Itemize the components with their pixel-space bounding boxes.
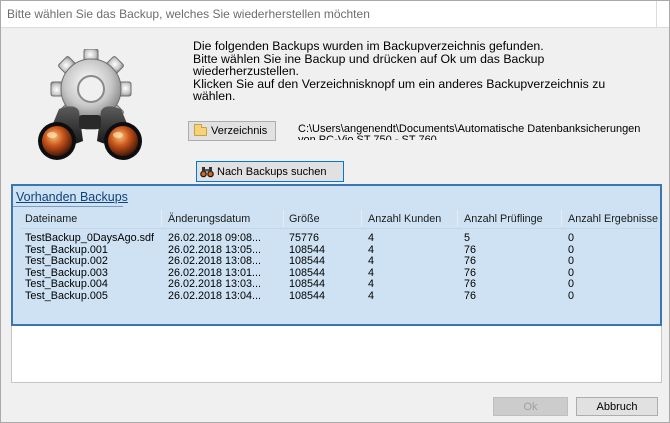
- cell-filename: Test_Backup.004: [25, 278, 108, 290]
- column-separator: [457, 210, 458, 227]
- cell-test-objects: 5: [464, 232, 471, 244]
- cell-results: 0: [568, 255, 575, 267]
- window-title: Bitte wählen Sie das Backup, welches Sie…: [7, 7, 370, 21]
- cell-size: 75776: [289, 232, 320, 244]
- table-row[interactable]: TestBackup_0DaysAgo.sdf 26.02.2018 09:08…: [21, 232, 657, 245]
- column-separator: [161, 210, 162, 227]
- cell-date: 26.02.2018 13:08...: [168, 255, 262, 267]
- cell-size: 108544: [289, 289, 326, 302]
- table-row[interactable]: Test_Backup.001 26.02.2018 13:05... 1085…: [21, 244, 657, 257]
- cell-test-objects: 76: [464, 289, 477, 302]
- cell-test-objects: 76: [464, 278, 477, 290]
- search-backups-label: Nach Backups suchen: [217, 166, 327, 178]
- search-backups-button[interactable]: Nach Backups suchen: [196, 161, 344, 182]
- column-header-customers[interactable]: Anzahl Kunden: [368, 213, 441, 225]
- cell-date: 26.02.2018 13:04...: [168, 289, 262, 302]
- cell-customers: 4: [368, 232, 375, 244]
- cell-customers: 4: [368, 255, 375, 267]
- directory-button[interactable]: Verzeichnis: [188, 121, 276, 141]
- column-separator: [561, 210, 562, 227]
- cell-size: 108544: [289, 278, 326, 290]
- cancel-button[interactable]: Abbruch: [576, 397, 658, 416]
- cell-date: 26.02.2018 13:03...: [168, 278, 262, 290]
- cell-results: 0: [568, 232, 575, 244]
- cell-filename: TestBackup_0DaysAgo.sdf: [25, 232, 155, 244]
- column-separator: [283, 210, 284, 227]
- column-header-filename[interactable]: Dateiname: [25, 213, 77, 225]
- column-header-date[interactable]: Änderungsdatum: [168, 213, 250, 225]
- cell-customers: 4: [368, 278, 375, 290]
- ok-button-label: Ok: [523, 401, 538, 413]
- cell-results: 0: [568, 289, 575, 302]
- column-header-results[interactable]: Anzahl Ergebnisse: [568, 213, 658, 225]
- gear-binoculars-icon: [38, 49, 142, 160]
- backups-table[interactable]: Dateiname Änderungsdatum Größe Anzahl Ku…: [21, 210, 658, 303]
- directory-button-label: Verzeichnis: [211, 125, 268, 137]
- cell-size: 108544: [289, 255, 326, 267]
- cancel-button-label: Abbruch: [596, 401, 638, 413]
- group-divider: [13, 206, 123, 207]
- cell-customers: 4: [368, 289, 375, 302]
- title-bar: Bitte wählen Sie das Backup, welches Sie…: [1, 1, 669, 28]
- instructions-text: Die folgenden Backups wurden im Backupve…: [193, 40, 633, 103]
- directory-path: C:\Users\angenendt\Documents\Automatisch…: [298, 124, 641, 140]
- backup-list-empty-area[interactable]: [11, 326, 662, 383]
- table-row[interactable]: Test_Backup.004 26.02.2018 13:03... 1085…: [21, 278, 657, 291]
- ok-button[interactable]: Ok: [493, 397, 568, 416]
- column-separator: [361, 210, 362, 227]
- table-row[interactable]: Test_Backup.005 26.02.2018 13:04... 1085…: [21, 289, 657, 303]
- table-row[interactable]: Test_Backup.002 26.02.2018 13:08... 1085…: [21, 255, 657, 268]
- table-row[interactable]: Test_Backup.003 26.02.2018 13:01... 1085…: [21, 267, 657, 280]
- column-header-size[interactable]: Größe: [289, 213, 320, 225]
- binoculars-icon: [200, 167, 214, 178]
- cell-filename: Test_Backup.005: [25, 289, 108, 302]
- table-header: Dateiname Änderungsdatum Größe Anzahl Ku…: [21, 210, 658, 229]
- intro-line-2: Bitte wählen Sie ine Backup und drücken …: [193, 51, 545, 79]
- title-bar-edge: [656, 1, 669, 27]
- cell-results: 0: [568, 278, 575, 290]
- folder-icon: [194, 124, 207, 136]
- cell-date: 26.02.2018 09:08...: [168, 232, 262, 244]
- intro-line-1: Die folgenden Backups wurden im Backupve…: [193, 39, 544, 53]
- cell-test-objects: 76: [464, 255, 477, 267]
- cell-filename: Test_Backup.002: [25, 255, 108, 267]
- group-title: Vorhanden Backups: [16, 190, 128, 204]
- intro-line-3: Klicken Sie auf den Verzeichnisknopf um …: [193, 76, 606, 104]
- column-header-test-objects[interactable]: Anzahl Prüflinge: [464, 213, 543, 225]
- backup-restore-dialog: Bitte wählen Sie das Backup, welches Sie…: [0, 0, 670, 423]
- backups-group: Vorhanden Backups Dateiname Änderungsdat…: [11, 184, 662, 326]
